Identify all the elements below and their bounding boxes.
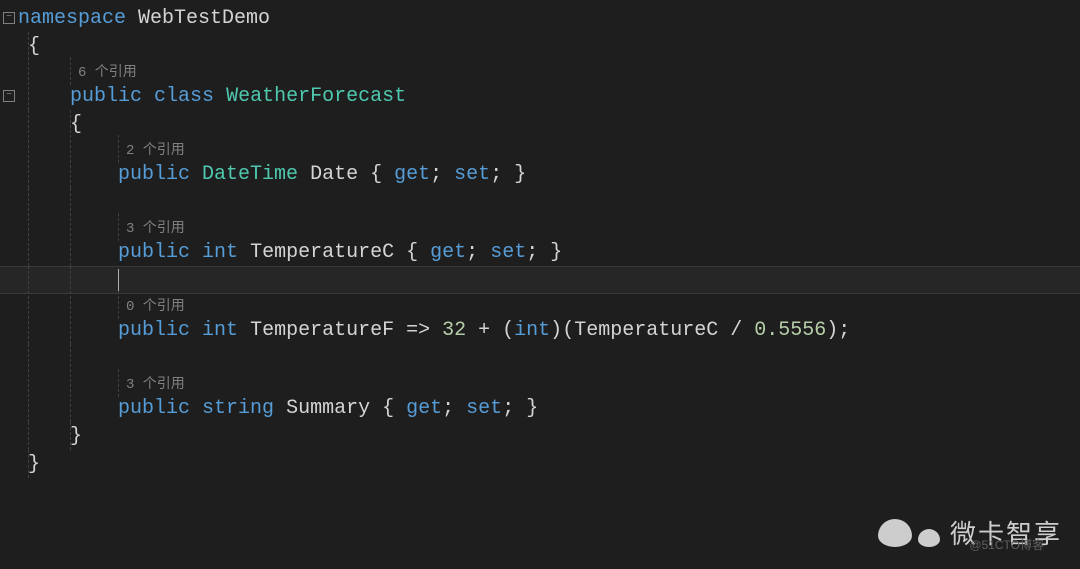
- brace: {: [28, 35, 40, 58]
- code-line[interactable]: public DateTime Date { get; set; }: [0, 160, 1080, 188]
- wechat-icon: [878, 519, 912, 547]
- codelens-refs[interactable]: 2 个引用: [126, 139, 185, 159]
- codelens-line[interactable]: 0 个引用: [0, 294, 1080, 316]
- code-line[interactable]: {: [0, 110, 1080, 138]
- codelens-refs[interactable]: 6 个引用: [78, 61, 137, 81]
- collapse-icon[interactable]: −: [3, 12, 15, 24]
- cursor-line[interactable]: [0, 266, 1080, 294]
- code-line[interactable]: public int TemperatureC { get; set; }: [0, 238, 1080, 266]
- watermark: 微卡智享 @51CTO博客: [878, 514, 1062, 551]
- code-line[interactable]: }: [0, 450, 1080, 478]
- code-line[interactable]: {: [0, 32, 1080, 60]
- namespace-name: WebTestDemo: [126, 7, 270, 30]
- keyword-namespace: namespace: [18, 7, 126, 30]
- brace: {: [70, 113, 82, 136]
- code-line[interactable]: [0, 344, 1080, 372]
- keyword-public: public: [70, 85, 142, 108]
- prop-tempc: TemperatureC: [250, 241, 394, 264]
- code-line[interactable]: public string Summary { get; set; }: [0, 394, 1080, 422]
- brace: }: [70, 425, 82, 448]
- keyword-class: class: [154, 85, 214, 108]
- code-editor[interactable]: − namespace WebTestDemo { 6 个引用 − public…: [0, 0, 1080, 478]
- code-line[interactable]: [0, 188, 1080, 216]
- prop-date: Date: [310, 163, 358, 186]
- fold-gutter[interactable]: −: [0, 12, 18, 24]
- code-line[interactable]: − namespace WebTestDemo: [0, 4, 1080, 32]
- brace: }: [28, 453, 40, 476]
- code-line[interactable]: }: [0, 422, 1080, 450]
- collapse-icon[interactable]: −: [3, 90, 15, 102]
- text-cursor: [118, 269, 119, 291]
- prop-tempf: TemperatureF: [250, 319, 394, 342]
- code-line[interactable]: − public class WeatherForecast: [0, 82, 1080, 110]
- codelens-line[interactable]: 3 个引用: [0, 372, 1080, 394]
- fold-gutter[interactable]: −: [0, 90, 18, 102]
- code-line[interactable]: public int TemperatureF => 32 + (int)(Te…: [0, 316, 1080, 344]
- watermark-sub: @51CTO博客: [969, 536, 1044, 553]
- codelens-refs[interactable]: 3 个引用: [126, 373, 185, 393]
- codelens-line[interactable]: 6 个引用: [0, 60, 1080, 82]
- codelens-line[interactable]: 3 个引用: [0, 216, 1080, 238]
- prop-summary: Summary: [286, 397, 370, 420]
- codelens-refs[interactable]: 0 个引用: [126, 295, 185, 315]
- codelens-line[interactable]: 2 个引用: [0, 138, 1080, 160]
- wechat-icon: [918, 529, 940, 547]
- type-string: string: [202, 397, 274, 420]
- type-int: int: [202, 241, 238, 264]
- class-name: WeatherForecast: [226, 85, 406, 108]
- codelens-refs[interactable]: 3 个引用: [126, 217, 185, 237]
- type-datetime: DateTime: [202, 163, 298, 186]
